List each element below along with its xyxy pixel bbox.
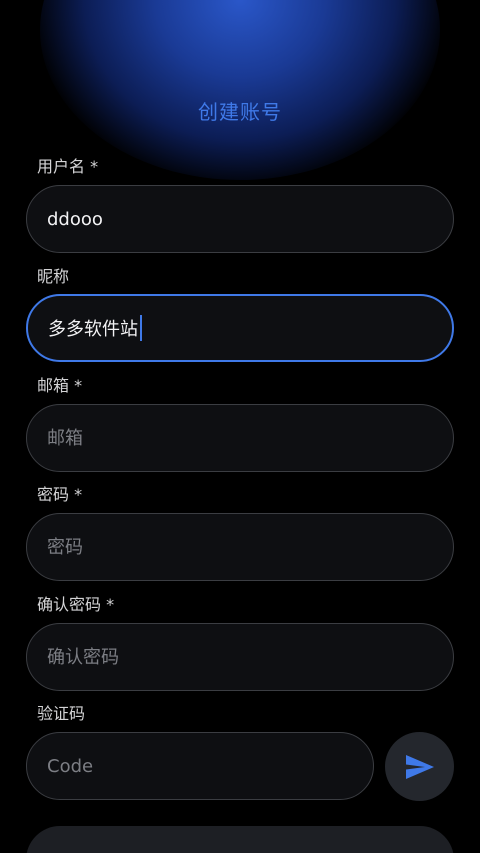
nickname-value: 多多软件站 <box>48 319 138 340</box>
next-field-partial[interactable] <box>26 826 454 853</box>
text-caret <box>140 315 142 341</box>
password-label: 密码 * <box>37 485 83 504</box>
send-code-button[interactable] <box>385 732 454 801</box>
username-field[interactable] <box>26 185 454 253</box>
username-input[interactable] <box>47 186 427 252</box>
verification-code-input[interactable] <box>47 733 347 799</box>
verification-code-field[interactable] <box>26 732 374 800</box>
header-glow <box>40 0 440 180</box>
nickname-label: 昵称 <box>37 267 70 286</box>
nickname-field[interactable]: 多多软件站 <box>26 294 454 362</box>
nickname-input[interactable]: 多多软件站 <box>48 296 142 360</box>
password-input[interactable] <box>47 514 427 580</box>
email-label: 邮箱 * <box>37 376 83 395</box>
page-title: 创建账号 <box>198 100 282 124</box>
email-input[interactable] <box>47 405 427 471</box>
email-field[interactable] <box>26 404 454 472</box>
verification-label: 验证码 <box>37 704 86 723</box>
signup-screen: 创建账号 用户名 * 昵称 多多软件站 邮箱 * 密码 * 确认密码 * 验证码 <box>0 0 480 853</box>
confirm-password-input[interactable] <box>47 624 427 690</box>
confirm-password-label: 确认密码 * <box>37 595 115 614</box>
password-field[interactable] <box>26 513 454 581</box>
send-icon <box>405 754 434 779</box>
username-label: 用户名 * <box>37 157 99 176</box>
confirm-password-field[interactable] <box>26 623 454 691</box>
